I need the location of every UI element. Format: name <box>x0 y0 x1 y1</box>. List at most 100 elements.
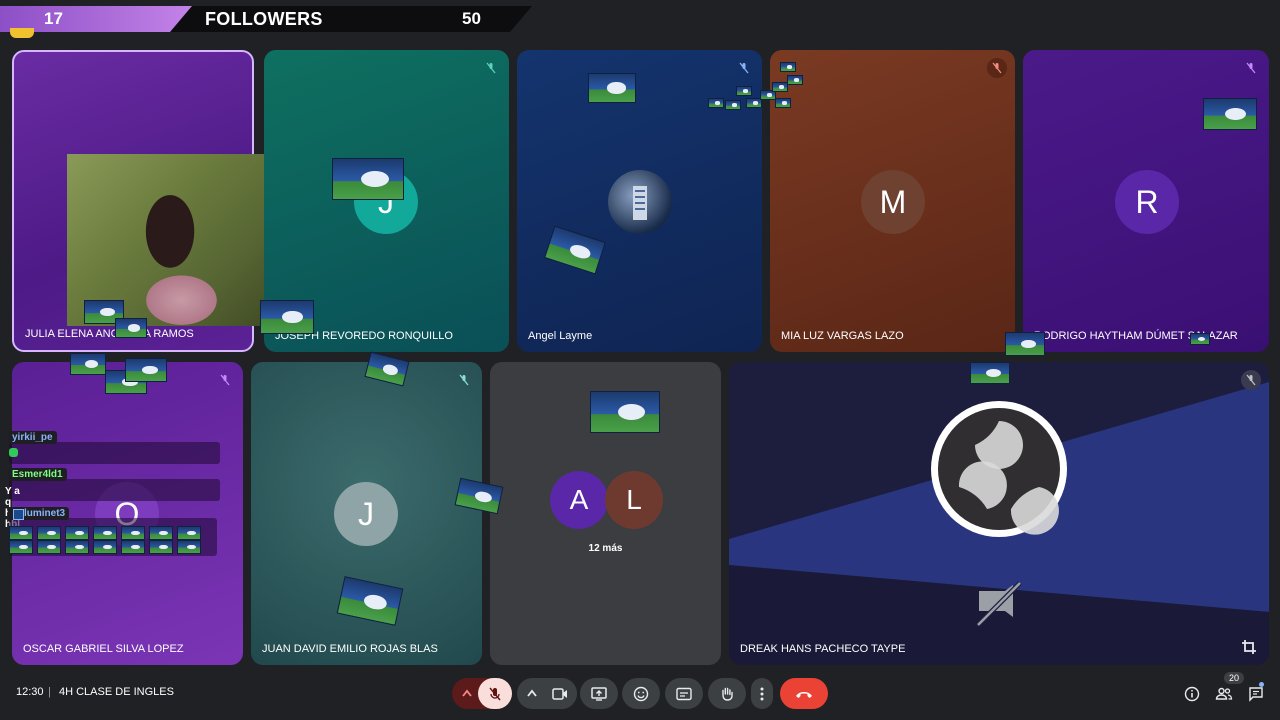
mic-off-icon <box>215 370 235 390</box>
participant-name: OSCAR GABRIEL SILVA LOPEZ <box>23 643 184 655</box>
avatar: L <box>605 471 663 529</box>
people-button[interactable] <box>1214 684 1234 704</box>
banner-count-left: 17 <box>44 9 63 28</box>
bottom-toolbar: 12:30 | 4H CLASE DE INGLES <box>0 670 1280 720</box>
meeting-time: 12:30 <box>16 686 44 698</box>
sticker-image <box>970 362 1010 384</box>
meeting-title: 4H CLASE DE INGLES <box>59 686 174 698</box>
captions-icon <box>676 687 692 700</box>
mic-off-icon <box>734 58 754 78</box>
mic-off-icon <box>987 58 1007 78</box>
sticker-image <box>9 526 33 540</box>
sticker-image <box>177 540 201 554</box>
sticker-image <box>736 86 752 96</box>
participant-name: JUAN DAVID EMILIO ROJAS BLAS <box>262 643 438 655</box>
participant-name: DREAK HANS PACHECO TAYPE <box>740 643 906 655</box>
hand-icon <box>722 687 733 701</box>
mic-off-icon <box>1241 58 1261 78</box>
sticker-image <box>787 75 803 85</box>
chat-row <box>9 442 220 464</box>
participant-tile[interactable]: M MIA LUZ VARGAS LAZO <box>770 50 1015 352</box>
camera-options-button[interactable] <box>523 684 541 702</box>
more-options-button[interactable] <box>751 678 773 709</box>
hang-up-icon <box>796 691 812 698</box>
more-count: 12 más <box>588 543 623 554</box>
participant-name: Angel Layme <box>528 330 593 342</box>
sticker-image <box>121 526 145 540</box>
sticker-image <box>37 526 61 540</box>
camera-icon <box>552 687 567 700</box>
mic-off-icon <box>454 370 474 390</box>
avatar: M <box>861 170 925 234</box>
sticker-image <box>708 98 724 108</box>
participant-tile[interactable]: R RODRIGO HAYTHAM DÚMET SALAZAR <box>1023 50 1269 352</box>
participant-name: MIA LUZ VARGAS LAZO <box>781 330 904 342</box>
sticker-image <box>93 540 117 554</box>
sticker-image <box>125 358 167 382</box>
meeting-details-button[interactable] <box>1182 684 1202 704</box>
chat-button[interactable] <box>1246 684 1266 704</box>
sticker-image <box>115 318 147 338</box>
chat-emote-icon <box>9 448 18 457</box>
people-icon <box>1215 687 1233 700</box>
sticker-image <box>775 98 791 108</box>
sticker-image <box>260 300 314 334</box>
avatar <box>608 170 672 234</box>
people-count-badge: 20 <box>1224 672 1245 684</box>
sticker-image <box>65 540 89 554</box>
crop-icon[interactable] <box>1241 639 1257 655</box>
sticker-image <box>149 540 173 554</box>
info-icon <box>1184 686 1200 702</box>
sticker-image <box>1190 333 1210 345</box>
avatar: R <box>1115 170 1179 234</box>
leave-call-button[interactable] <box>780 678 828 709</box>
mic-toggle-button[interactable] <box>478 678 512 709</box>
banner-count-right: 50 <box>462 9 481 28</box>
more-vert-icon <box>760 687 764 700</box>
sticker-image <box>70 353 106 375</box>
banner-tab <box>10 28 34 38</box>
mic-off-icon <box>489 687 501 700</box>
camera-control-group <box>517 678 577 709</box>
avatar: A <box>550 471 608 529</box>
sticker-image <box>177 526 201 540</box>
participant-name: JULIA ELENA ANCAJIMA RAMOS <box>25 328 194 340</box>
obs-logo-icon <box>931 401 1067 537</box>
participant-tile[interactable]: Angel Layme <box>517 50 762 352</box>
chat-icon <box>1249 687 1263 702</box>
banner-label: FOLLOWERS <box>205 9 323 29</box>
sticker-image <box>588 73 636 103</box>
captions-button[interactable] <box>665 678 703 709</box>
sticker-image <box>121 540 145 554</box>
avatar: J <box>334 482 398 546</box>
mic-off-icon <box>1241 370 1261 390</box>
reactions-button[interactable] <box>622 678 660 709</box>
separator: | <box>48 686 51 698</box>
followers-banner: 17 FOLLOWERS 50 <box>0 6 532 38</box>
sticker-image <box>9 540 33 554</box>
mic-control-group <box>452 678 512 709</box>
user-badge-icon <box>13 509 24 520</box>
camera-off-icon <box>976 581 1022 627</box>
chat-row <box>9 479 220 501</box>
sticker-image <box>93 526 117 540</box>
sticker-image <box>332 158 404 200</box>
participant-tile[interactable]: DREAK HANS PACHECO TAYPE <box>729 362 1269 665</box>
sticker-image <box>149 526 173 540</box>
unread-dot <box>1259 682 1264 687</box>
sticker-image <box>37 540 61 554</box>
emoji-icon <box>633 686 649 701</box>
sticker-image <box>772 82 788 92</box>
mic-options-button[interactable] <box>458 684 476 702</box>
present-screen-button[interactable] <box>580 678 618 709</box>
raise-hand-button[interactable] <box>708 678 746 709</box>
sticker-image <box>780 62 796 72</box>
sticker-image <box>1005 332 1045 356</box>
sticker-image <box>1203 98 1257 130</box>
present-screen-icon <box>591 686 607 701</box>
mic-off-icon <box>481 58 501 78</box>
sticker-image <box>725 100 741 110</box>
sticker-image <box>65 526 89 540</box>
camera-toggle-button[interactable] <box>543 678 577 709</box>
chat-username: Esmer4ld1 <box>8 468 67 481</box>
